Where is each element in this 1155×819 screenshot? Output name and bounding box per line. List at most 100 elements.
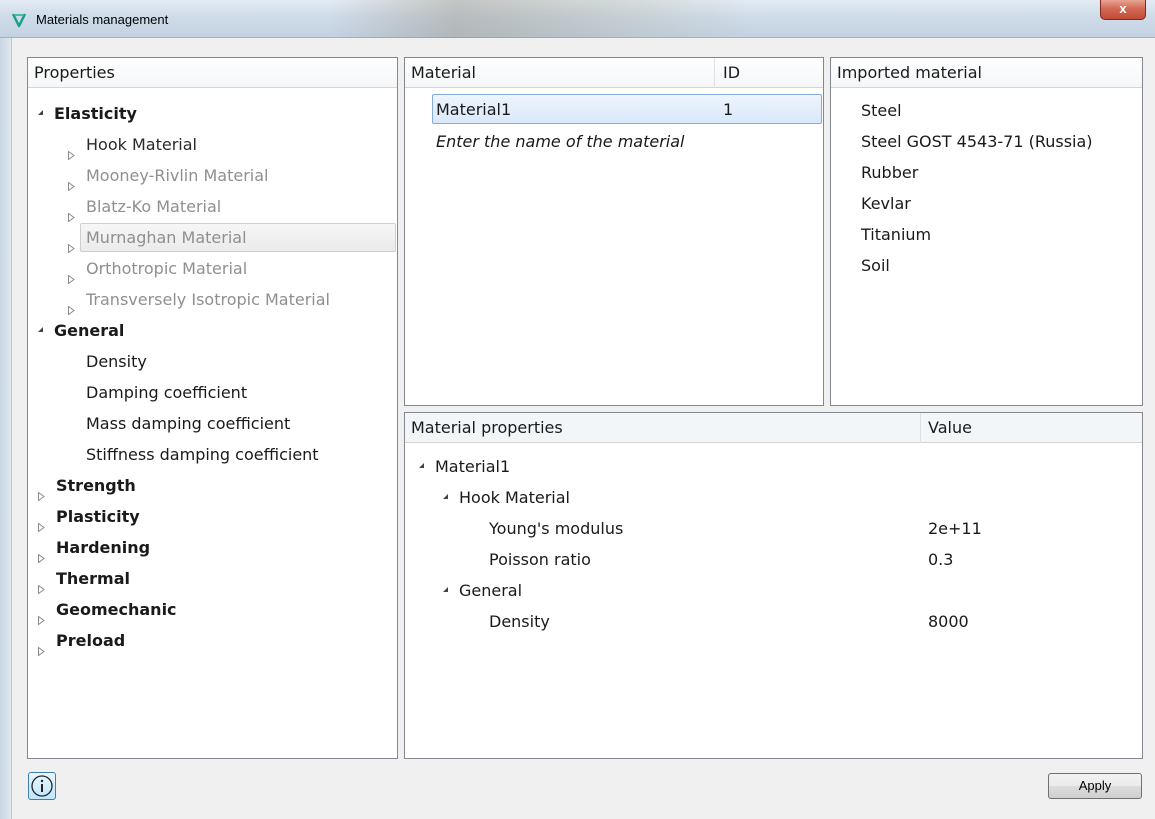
- expanded-arrow-icon[interactable]: [419, 463, 424, 468]
- collapsed-arrow-icon[interactable]: [38, 542, 45, 564]
- properties-tree-item[interactable]: Plasticity: [38, 501, 140, 533]
- properties-tree-item[interactable]: Orthotropic Material: [68, 253, 248, 285]
- tree-item-label: Elasticity: [54, 104, 137, 123]
- imported-material-item[interactable]: Soil: [861, 250, 890, 281]
- tree-item-label: Hardening: [56, 538, 151, 557]
- properties-tree-item[interactable]: Elasticity: [38, 98, 137, 129]
- property-name: General: [459, 581, 523, 600]
- collapsed-arrow-icon[interactable]: [38, 480, 45, 502]
- info-icon: [31, 775, 53, 797]
- imported-material-header: Imported material: [831, 58, 1142, 88]
- tree-item-label: Mass damping coefficient: [86, 414, 291, 433]
- material-properties-panel: Material properties Value Material1 Hook …: [404, 412, 1143, 759]
- property-column-header[interactable]: Material properties: [411, 418, 563, 437]
- collapsed-arrow-icon[interactable]: [68, 201, 75, 223]
- properties-panel: Properties Elasticity Hook Material Mooney…: [27, 57, 398, 759]
- imported-material-item[interactable]: Steel GOST 4543-71 (Russia): [861, 126, 1093, 157]
- tree-item-label: Orthotropic Material: [86, 259, 248, 278]
- tree-item-label: Murnaghan Material: [86, 228, 247, 247]
- property-name: Young's modulus: [489, 519, 624, 538]
- tree-item-label: Hook Material: [86, 135, 197, 154]
- property-value[interactable]: 8000: [928, 606, 969, 637]
- property-name: Hook Material: [459, 488, 570, 507]
- imported-material-panel: Imported material Steel Steel GOST 4543-7…: [830, 57, 1143, 406]
- tree-item-label: Plasticity: [56, 507, 140, 526]
- app-icon: [11, 13, 27, 28]
- properties-tree-item[interactable]: Preload: [38, 625, 126, 657]
- window-left-border: [0, 38, 11, 819]
- property-name: Poisson ratio: [489, 550, 591, 569]
- window-title: Materials management: [36, 12, 169, 27]
- imported-material-item[interactable]: Titanium: [861, 219, 931, 250]
- properties-tree-item[interactable]: Density: [86, 346, 147, 377]
- material-id-cell[interactable]: 1: [723, 94, 733, 125]
- property-name: Density: [489, 612, 550, 631]
- new-material-placeholder[interactable]: Enter the name of the material: [436, 126, 684, 157]
- properties-tree-item[interactable]: Stiffness damping coefficient: [86, 439, 319, 470]
- properties-tree-item[interactable]: Damping coefficient: [86, 377, 247, 408]
- tree-item-label: Stiffness damping coefficient: [86, 445, 319, 464]
- properties-tree-item[interactable]: Blatz-Ko Material: [68, 191, 222, 223]
- collapsed-arrow-icon[interactable]: [68, 232, 75, 254]
- collapsed-arrow-icon[interactable]: [68, 170, 75, 192]
- title-bar-background: [330, 0, 750, 38]
- material-column-header[interactable]: Material: [411, 63, 476, 82]
- tree-item-label: Mooney-Rivlin Material: [86, 166, 269, 185]
- properties-tree-item[interactable]: Hardening: [38, 532, 151, 564]
- properties-tree-item[interactable]: Thermal: [38, 563, 130, 595]
- property-row[interactable]: Poisson ratio: [489, 544, 591, 575]
- info-button[interactable]: [28, 772, 56, 800]
- collapsed-arrow-icon[interactable]: [38, 573, 45, 595]
- property-row[interactable]: Hook Material: [443, 482, 570, 513]
- property-value[interactable]: 0.3: [928, 544, 953, 575]
- properties-tree-item[interactable]: Mooney-Rivlin Material: [68, 160, 269, 192]
- properties-tree-item[interactable]: Murnaghan Material: [68, 222, 247, 254]
- material-properties-header: Material properties Value: [405, 413, 1142, 443]
- expanded-arrow-icon[interactable]: [443, 587, 448, 592]
- expanded-arrow-icon[interactable]: [443, 494, 448, 499]
- property-row[interactable]: Young's modulus: [489, 513, 623, 544]
- collapsed-arrow-icon[interactable]: [68, 263, 75, 285]
- imported-material-item[interactable]: Rubber: [861, 157, 918, 188]
- collapsed-arrow-icon[interactable]: [68, 139, 75, 161]
- tree-item-label: General: [54, 321, 125, 340]
- property-row[interactable]: Density: [489, 606, 550, 637]
- properties-tree-item[interactable]: Hook Material: [68, 129, 197, 161]
- properties-tree-item[interactable]: General: [38, 315, 124, 346]
- material-list-header: Material ID: [405, 58, 823, 88]
- expanded-arrow-icon[interactable]: [38, 110, 43, 115]
- property-value[interactable]: 2e+11: [928, 513, 982, 544]
- id-column-header[interactable]: ID: [723, 58, 740, 88]
- properties-tree-item[interactable]: Strength: [38, 470, 136, 502]
- property-row[interactable]: General: [443, 575, 522, 606]
- title-bar: Materials management x: [0, 0, 1155, 38]
- collapsed-arrow-icon[interactable]: [38, 604, 45, 626]
- tree-item-label: Thermal: [56, 569, 130, 588]
- collapsed-arrow-icon[interactable]: [38, 635, 45, 657]
- imported-material-item[interactable]: Kevlar: [861, 188, 911, 219]
- tree-item-label: Damping coefficient: [86, 383, 248, 402]
- tree-item-label: Geomechanic: [56, 600, 177, 619]
- close-button[interactable]: x: [1100, 0, 1146, 20]
- expanded-arrow-icon[interactable]: [38, 327, 43, 332]
- properties-header: Properties: [28, 58, 397, 88]
- column-separator[interactable]: [714, 58, 715, 88]
- properties-tree-item[interactable]: Mass damping coefficient: [86, 408, 290, 439]
- tree-item-label: Preload: [56, 631, 126, 650]
- apply-button[interactable]: Apply: [1048, 773, 1142, 799]
- collapsed-arrow-icon[interactable]: [68, 294, 75, 316]
- tree-item-label: Density: [86, 352, 147, 371]
- tree-item-label: Strength: [56, 476, 136, 495]
- properties-tree-item[interactable]: Geomechanic: [38, 594, 177, 626]
- imported-material-item[interactable]: Steel: [861, 95, 902, 126]
- tree-item-label: Blatz-Ko Material: [86, 197, 222, 216]
- value-column-header[interactable]: Value: [928, 413, 972, 443]
- properties-tree-item[interactable]: Transversely Isotropic Material: [68, 284, 330, 316]
- property-name: Material1: [435, 457, 511, 476]
- collapsed-arrow-icon[interactable]: [38, 511, 45, 533]
- material-name-cell[interactable]: Material1: [436, 94, 511, 125]
- column-separator[interactable]: [920, 413, 921, 443]
- property-row[interactable]: Material1: [419, 451, 510, 482]
- material-list-panel: Material ID Material1 1 Enter the name o…: [404, 57, 824, 406]
- tree-item-label: Transversely Isotropic Material: [86, 290, 330, 309]
